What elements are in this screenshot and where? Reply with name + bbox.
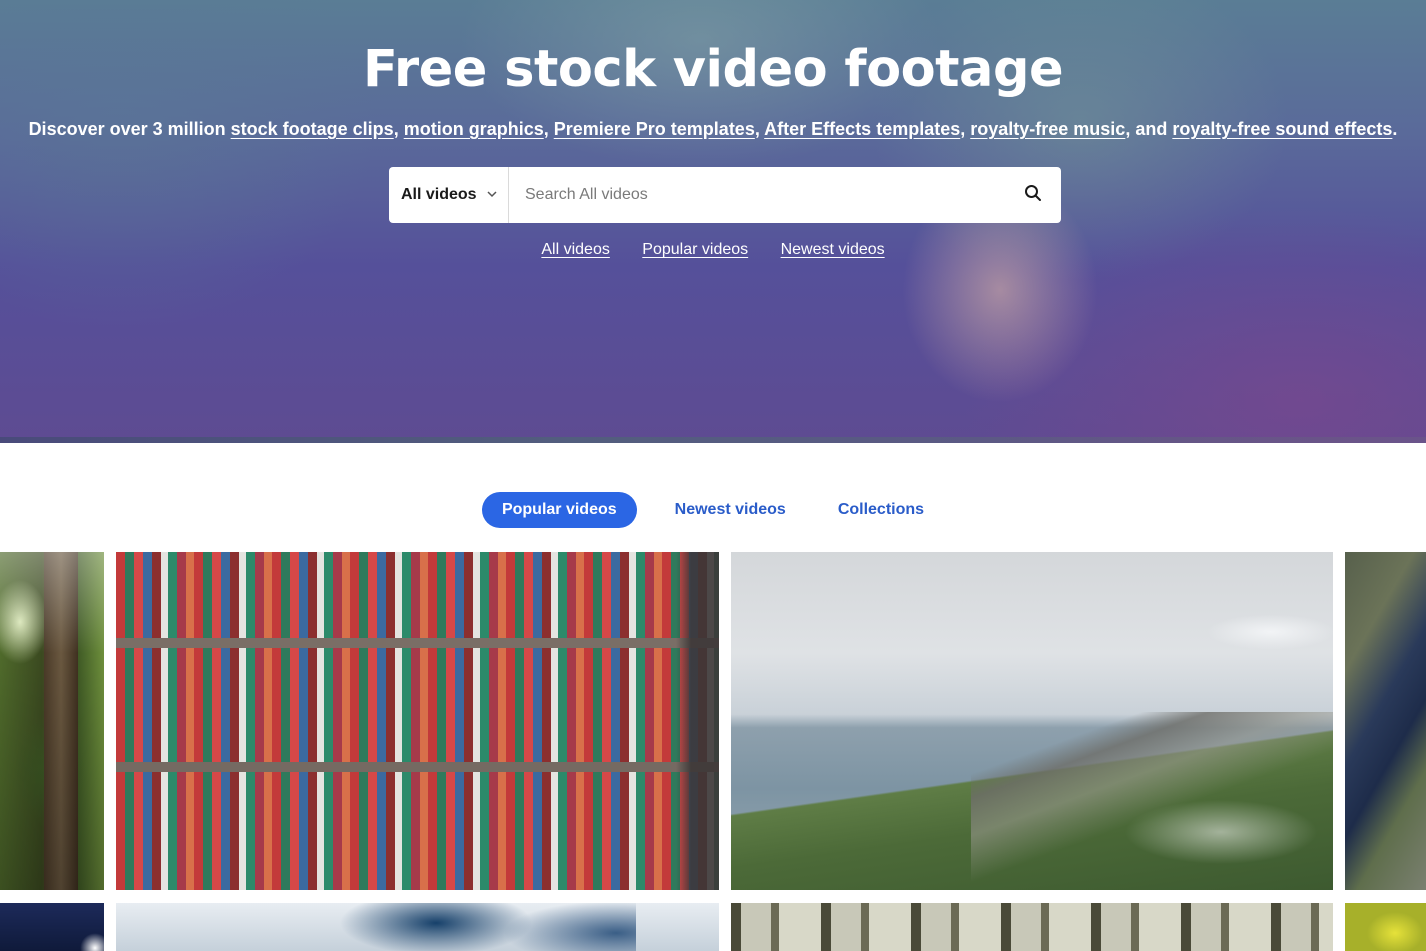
subtitle-separator: ,: [393, 119, 404, 139]
chevron-down-icon: [487, 189, 497, 201]
link-premiere-pro-templates[interactable]: Premiere Pro templates: [554, 119, 755, 139]
category-select-label: All videos: [401, 186, 477, 203]
subtitle-separator: ,: [960, 119, 971, 139]
quick-link-popular-videos[interactable]: Popular videos: [642, 241, 748, 259]
quick-links: All videos Popular videos Newest videos: [0, 241, 1426, 259]
subtitle-end: .: [1392, 119, 1398, 139]
video-thumbnail[interactable]: [0, 903, 104, 951]
subtitle-separator: ,: [543, 119, 554, 139]
tab-popular-videos[interactable]: Popular videos: [481, 492, 637, 528]
category-select[interactable]: All videos: [389, 167, 509, 223]
hero-subtitle: Discover over 3 million stock footage cl…: [0, 119, 1426, 140]
quick-link-newest-videos[interactable]: Newest videos: [781, 241, 885, 259]
subtitle-prefix: Discover over 3 million: [28, 119, 231, 139]
video-thumbnail[interactable]: [731, 552, 1333, 890]
search-input[interactable]: [509, 167, 1005, 223]
link-royalty-free-sound-effects[interactable]: royalty-free sound effects: [1172, 119, 1392, 139]
quick-link-all-videos[interactable]: All videos: [541, 241, 609, 259]
video-tabs: Popular videos Newest videos Collections: [0, 492, 1426, 528]
video-thumbnail[interactable]: [731, 903, 1333, 951]
subtitle-separator: ,: [754, 119, 765, 139]
page-title: Free stock video footage: [362, 40, 1064, 99]
link-stock-footage-clips[interactable]: stock footage clips: [231, 119, 394, 139]
video-thumbnail[interactable]: [116, 903, 719, 951]
video-thumbnail[interactable]: [0, 552, 104, 890]
hero-banner: Free stock video footage Discover over 3…: [0, 0, 1426, 443]
search-button[interactable]: [1005, 167, 1061, 223]
link-motion-graphics[interactable]: motion graphics: [404, 119, 544, 139]
tab-newest-videos[interactable]: Newest videos: [655, 492, 806, 528]
link-after-effects-templates[interactable]: After Effects templates: [764, 119, 960, 139]
link-royalty-free-music[interactable]: royalty-free music: [970, 119, 1125, 139]
tab-collections[interactable]: Collections: [818, 492, 944, 528]
video-thumbnail[interactable]: [1345, 903, 1426, 951]
video-thumbnail[interactable]: [116, 552, 719, 890]
search-bar: All videos: [389, 167, 1061, 223]
video-thumbnail[interactable]: [1345, 552, 1426, 890]
subtitle-and: , and: [1125, 119, 1173, 139]
search-icon: [1024, 184, 1042, 207]
